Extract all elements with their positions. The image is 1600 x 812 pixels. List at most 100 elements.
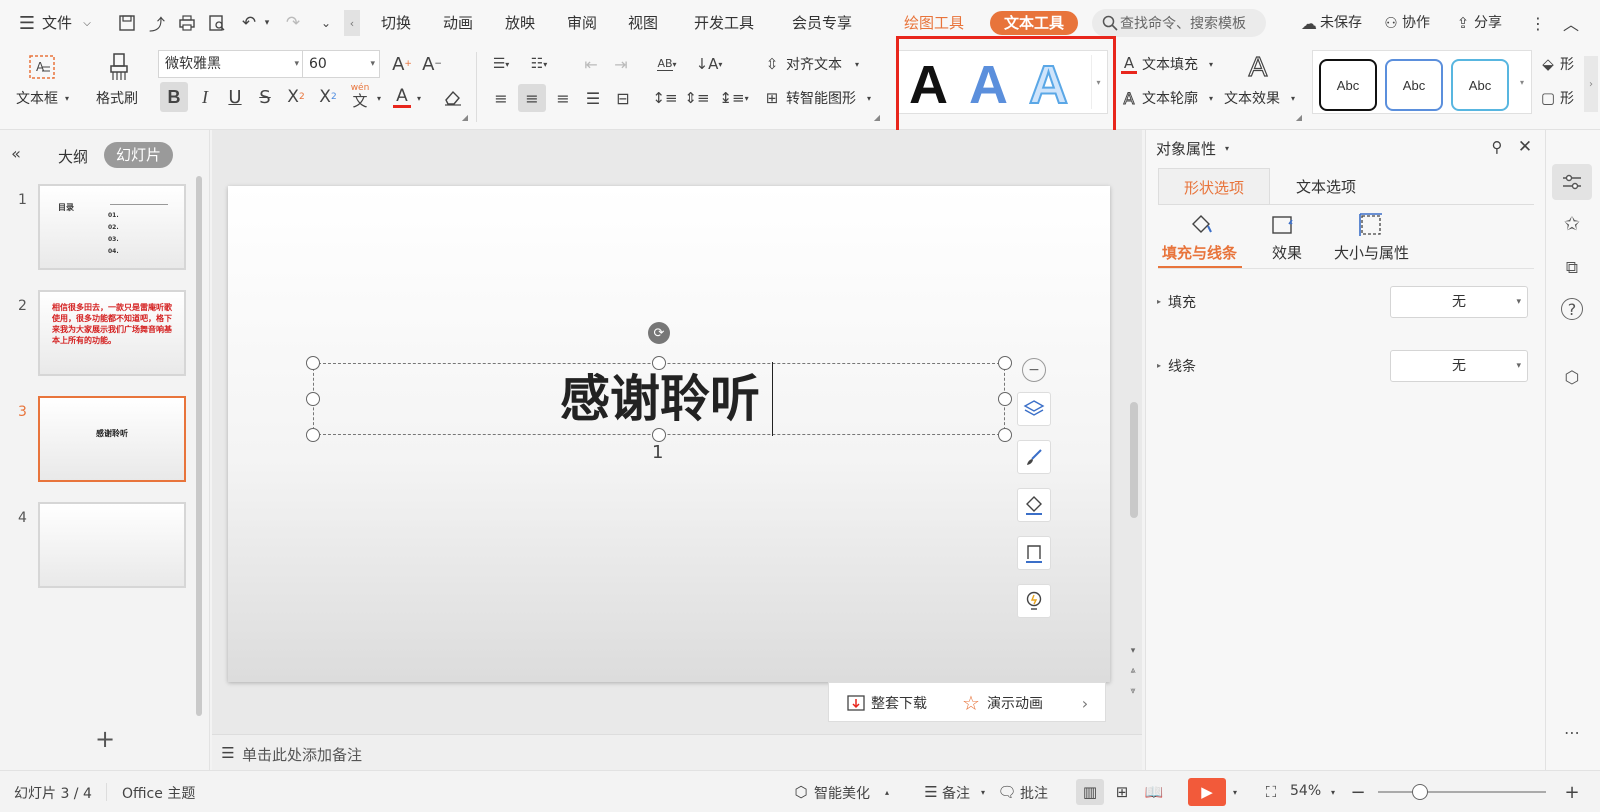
properties-icon[interactable] [1552,164,1592,200]
tab-text-options[interactable]: 文本选项 [1296,176,1356,197]
tab-view[interactable]: 视图 [628,12,658,34]
distribute-icon[interactable]: ⊟ [610,84,636,112]
resize-handle[interactable] [652,356,666,370]
tab-review[interactable]: 审阅 [567,12,597,34]
package-icon[interactable]: ⬡ [1558,364,1586,392]
shape-fill-icon[interactable]: ⬙ [1538,52,1558,76]
scroll-down-icon[interactable]: ▾ [1126,644,1140,658]
animation-star-icon[interactable]: ✩ [1558,210,1586,238]
textbox-frame[interactable]: 感谢聆听 [313,362,1006,436]
strikethrough-icon[interactable]: S [252,82,278,112]
redo-icon[interactable]: ↷ [282,12,304,34]
resize-handle[interactable] [998,356,1012,370]
expand-arrow-icon[interactable]: ▸ [1154,358,1164,372]
shape-style-blue[interactable]: Abc [1385,59,1443,111]
format-painter-icon[interactable] [104,50,134,84]
download-all-button[interactable]: 整套下载 [871,693,927,713]
demo-animation-button[interactable]: 演示动画 [987,693,1043,713]
share-button[interactable]: 分享 [1474,12,1502,34]
text-effect-button[interactable]: 文本效果 [1224,88,1280,108]
tab-developer[interactable]: 开发工具 [694,12,754,34]
chevron-down-icon[interactable]: ⌵ [80,14,94,32]
search-box[interactable]: 查找命令、搜索模板 [1092,9,1266,37]
more-icon[interactable]: ⋮ [1530,12,1546,34]
chevron-down-icon[interactable]: ▾ [978,785,988,799]
paragraph-spacing-icon[interactable]: ⇕≡ [684,84,710,112]
smart-shape-button[interactable]: 转智能图形 [786,88,856,108]
decrease-indent-icon[interactable]: ⇤ [578,52,604,76]
rotate-handle-icon[interactable]: ⟳ [648,322,670,344]
brush-button[interactable] [1017,440,1051,474]
unsaved-status[interactable]: 未保存 [1320,12,1362,34]
tab-transition[interactable]: 切换 [381,12,411,34]
resize-handle[interactable] [306,428,320,442]
align-center-icon[interactable]: ≡ [518,84,546,112]
subscript-icon[interactable]: X2 [314,82,342,112]
more-options-icon[interactable]: ⋯ [1558,722,1586,742]
text-fill-button[interactable]: 文本填充 [1142,54,1198,74]
fit-window-icon[interactable]: ⛶ [1260,781,1282,803]
slide-canvas[interactable]: 感谢聆听 ⟳ 1 [228,186,1110,682]
gallery-more-icon[interactable]: ▾ [1515,55,1529,109]
fill-select[interactable]: 无 ▾ [1390,286,1528,318]
play-slideshow-icon[interactable]: ▶ [1188,778,1226,806]
subtab-effect[interactable]: 效果 [1272,242,1302,263]
notes-button[interactable]: 备注 [942,783,970,803]
shape-style-light-blue[interactable]: Abc [1451,59,1509,111]
tab-text-tools[interactable]: 文本工具 [990,11,1079,35]
thumbnail-scrollbar[interactable] [196,176,202,716]
subtab-fill-line[interactable]: 填充与线条 [1162,242,1237,263]
text-effect-icon[interactable]: A [1242,50,1274,84]
help-icon[interactable]: ? [1561,298,1583,320]
resize-handle[interactable] [306,356,320,370]
tab-shape-options[interactable]: 形状选项 [1158,168,1270,204]
font-color-icon[interactable]: A [390,82,414,112]
chevron-down-icon[interactable]: ▾ [1206,90,1216,106]
smart-idea-button[interactable] [1017,584,1051,618]
chevron-down-icon[interactable]: ▾ [262,14,272,32]
expand-arrow-icon[interactable]: ▸ [1154,294,1164,308]
chevron-down-icon[interactable]: ▾ [374,90,384,106]
line-spacing-icon[interactable]: ↕≡ [652,84,678,112]
scroll-left-icon[interactable]: ‹ [344,10,360,36]
superscript-icon[interactable]: X2 [282,82,310,112]
close-icon[interactable]: ✕ [1514,136,1536,158]
layers-button[interactable] [1017,392,1051,426]
zoom-in-icon[interactable]: + [1562,781,1582,803]
underline-icon[interactable]: U [222,82,248,112]
reading-view-icon[interactable]: 📖 [1140,779,1168,805]
chevron-down-icon[interactable]: ▾ [1288,90,1298,106]
customize-toolbar-icon[interactable]: ⌄ [318,12,334,34]
file-menu[interactable]: 文件 [42,12,72,34]
dialog-launcher-icon[interactable]: ◢ [1294,112,1304,122]
slide-title[interactable]: 感谢聆听 [314,364,1006,434]
textbox-icon[interactable]: A [26,52,58,82]
hamburger-menu-icon[interactable]: ☰ [16,12,38,34]
shape-outline-button[interactable]: 形 [1560,88,1574,108]
collapse-panel-icon[interactable]: « [6,142,26,164]
justify-icon[interactable]: ☰ [580,84,606,112]
increase-indent-icon[interactable]: ⇥ [608,52,634,76]
resize-handle[interactable] [998,392,1012,406]
chevron-right-icon[interactable]: › [1075,692,1095,714]
shape-style-black[interactable]: Abc [1319,59,1377,111]
add-slide-icon[interactable]: + [92,725,118,753]
outline-button[interactable] [1017,536,1051,570]
scroll-right-icon[interactable]: › [1584,56,1598,112]
print-icon[interactable] [176,12,198,34]
align-text-button[interactable]: 对齐文本 [786,54,842,74]
slide-thumbnail-3[interactable]: 感谢聆听 [38,396,186,482]
smart-beautify-button[interactable]: 智能美化 [814,783,870,803]
normal-view-icon[interactable]: ▥ [1076,779,1104,805]
shape-fill-button[interactable]: 形 [1560,54,1574,74]
collapse-toolbar-icon[interactable]: − [1022,358,1046,382]
italic-icon[interactable]: I [192,82,218,112]
line-label[interactable]: 线条 [1168,356,1196,376]
theme-name[interactable]: Office 主题 [122,783,195,803]
tab-animation[interactable]: 动画 [443,12,473,34]
resize-handle[interactable] [306,392,320,406]
bullet-list-icon[interactable]: ☰ ▾ [486,52,516,76]
chevron-up-icon[interactable]: ▴ [882,785,892,799]
zoom-slider-thumb[interactable] [1412,784,1428,800]
sort-icon[interactable]: ↓A ▾ [692,52,726,76]
